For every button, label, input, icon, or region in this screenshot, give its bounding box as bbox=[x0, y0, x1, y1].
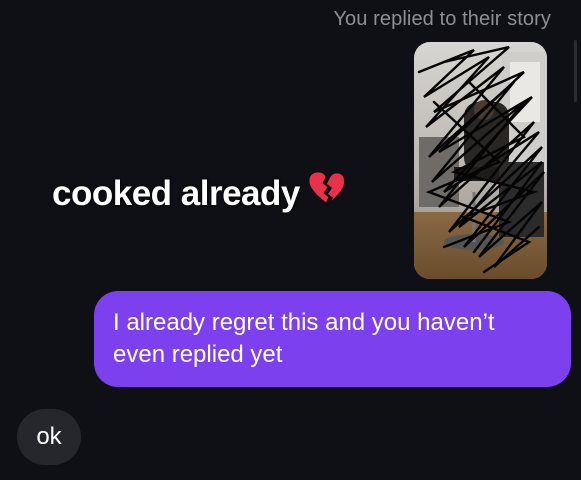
story-overlay-caption: cooked already bbox=[52, 171, 345, 214]
story-photo bbox=[414, 42, 547, 279]
story-reply-caption: You replied to their story bbox=[333, 8, 551, 30]
sent-message-bubble[interactable]: I already regret this and you haven’t ev… bbox=[94, 291, 571, 387]
chat-thread: You replied to their story cooked alread… bbox=[0, 0, 581, 480]
scrollbar[interactable] bbox=[574, 40, 577, 102]
story-overlay-text: cooked already bbox=[52, 174, 300, 213]
received-message-bubble[interactable]: ok bbox=[17, 409, 81, 465]
story-thumbnail[interactable] bbox=[414, 42, 547, 279]
broken-heart-icon bbox=[308, 171, 345, 214]
